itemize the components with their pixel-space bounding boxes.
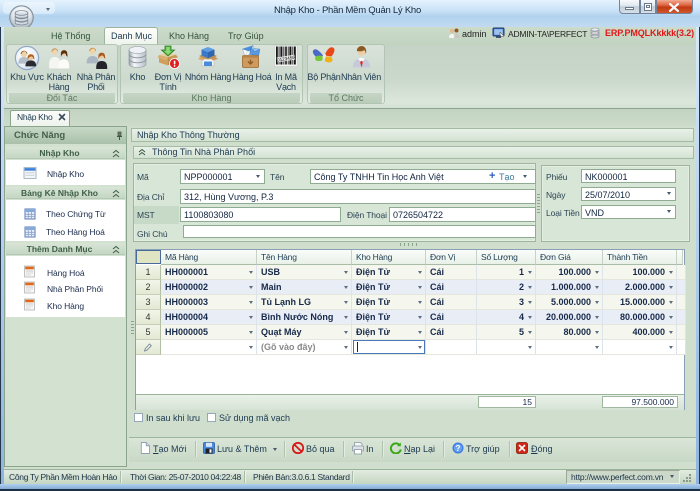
svg-text:?: ? bbox=[456, 444, 461, 453]
